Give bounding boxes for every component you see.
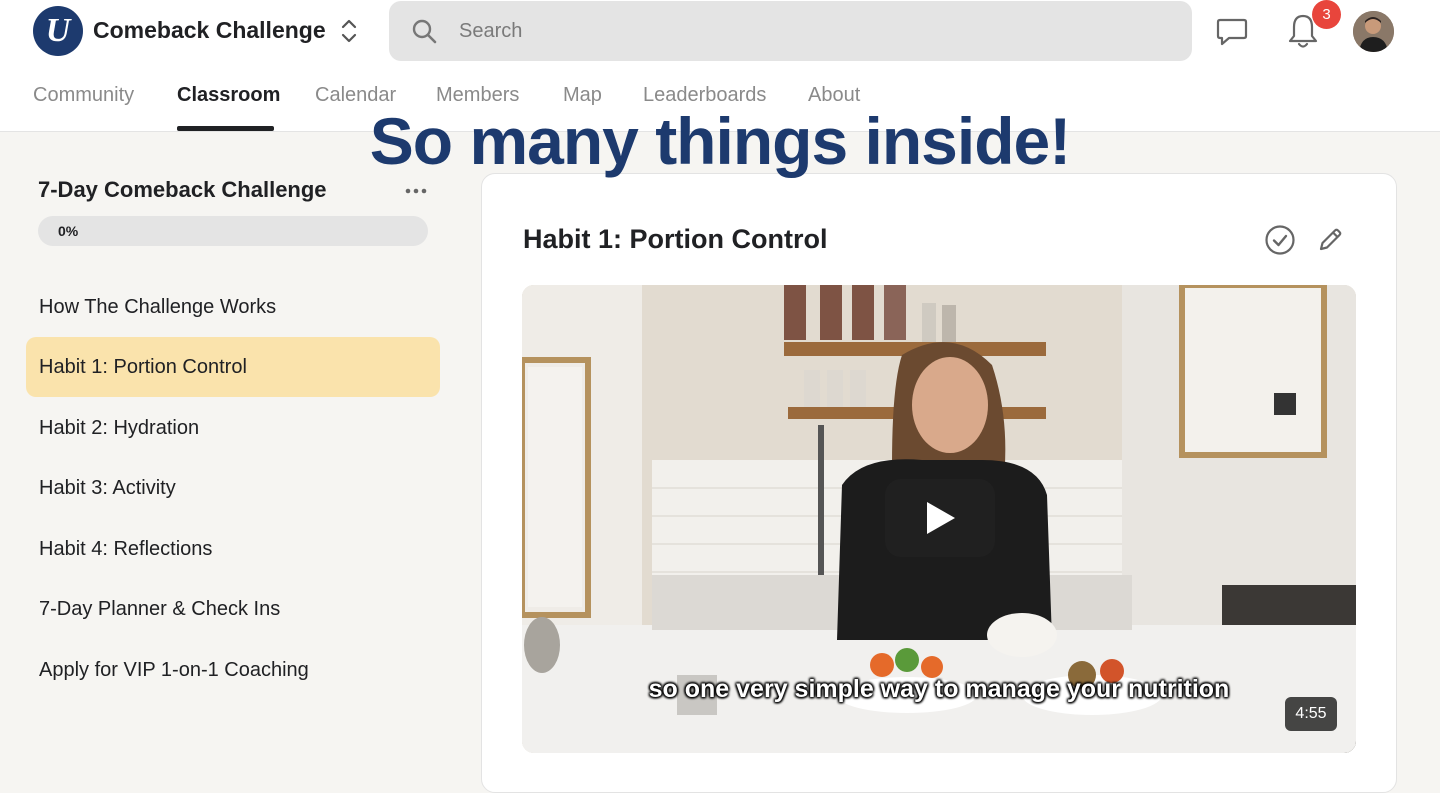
video-duration: 4:55 bbox=[1285, 697, 1337, 731]
play-button[interactable] bbox=[885, 479, 995, 557]
course-progress-bar: 0% bbox=[38, 216, 428, 246]
logo-letter: U bbox=[45, 12, 71, 49]
switcher-chevrons-icon[interactable] bbox=[336, 16, 362, 46]
avatar[interactable] bbox=[1353, 11, 1394, 52]
video-player[interactable]: so one very simple way to manage your nu… bbox=[522, 285, 1356, 753]
lesson-item-activity[interactable]: Habit 3: Activity bbox=[26, 458, 440, 518]
check-circle-icon[interactable] bbox=[1264, 224, 1296, 256]
lesson-title: Habit 1: Portion Control bbox=[523, 224, 828, 254]
lesson-item-how-the-challenge-works[interactable]: How The Challenge Works bbox=[26, 277, 440, 337]
search-bar[interactable] bbox=[389, 1, 1192, 61]
overlay-headline: So many things inside! bbox=[369, 104, 1071, 178]
course-title: 7-Day Comeback Challenge bbox=[38, 177, 327, 202]
notification-badge: 3 bbox=[1312, 0, 1341, 29]
community-name[interactable]: Comeback Challenge bbox=[93, 17, 326, 44]
more-dots-icon[interactable] bbox=[403, 181, 429, 201]
play-icon bbox=[927, 502, 955, 534]
lesson-item-vip-coaching[interactable]: Apply for VIP 1-on-1 Coaching bbox=[26, 640, 440, 700]
progress-label: 0% bbox=[58, 223, 79, 239]
lesson-item-portion-control[interactable]: Habit 1: Portion Control bbox=[26, 337, 440, 397]
logo-icon[interactable]: U bbox=[33, 6, 83, 56]
pencil-icon[interactable] bbox=[1315, 225, 1345, 255]
video-caption: so one very simple way to manage your nu… bbox=[648, 675, 1230, 703]
lesson-item-hydration[interactable]: Habit 2: Hydration bbox=[26, 398, 440, 458]
lesson-item-reflections[interactable]: Habit 4: Reflections bbox=[26, 519, 440, 579]
lesson-item-planner-check-ins[interactable]: 7-Day Planner & Check Ins bbox=[26, 579, 440, 639]
search-icon bbox=[412, 19, 437, 44]
chat-icon[interactable] bbox=[1215, 16, 1249, 48]
search-input[interactable] bbox=[459, 15, 1159, 47]
